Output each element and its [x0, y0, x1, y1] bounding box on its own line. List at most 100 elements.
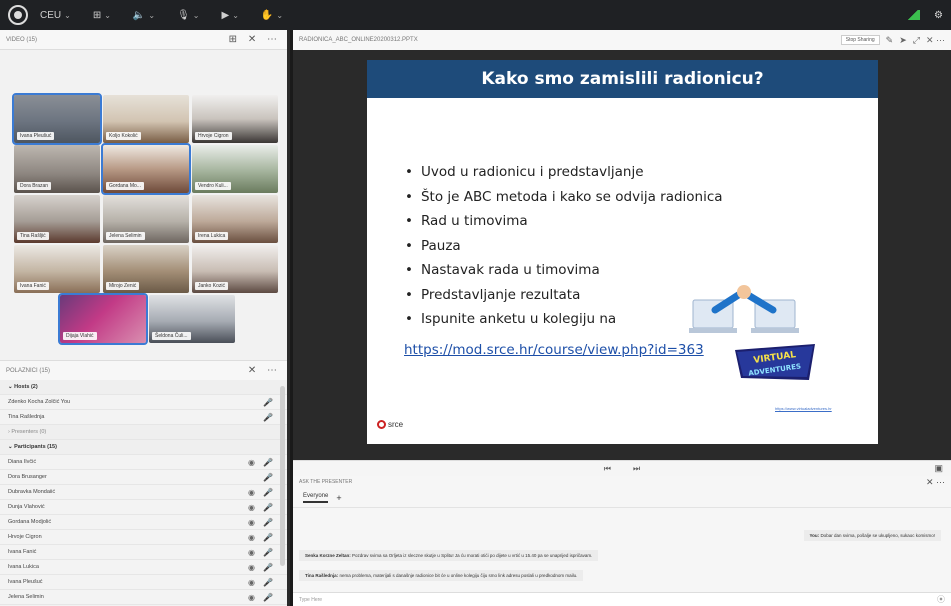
video-tile[interactable]: Hrvoje Cigron — [192, 95, 278, 143]
participant-row[interactable]: Diana Ilvčić ◉ 🎤 — [0, 455, 287, 470]
video-tile[interactable]: Ivana Pleušuć — [12, 93, 102, 145]
group-label: Presenters (0) — [11, 429, 47, 435]
chat-message: Tina Rašlednja: nema problema, materijal… — [299, 570, 584, 581]
status-icon: ◉ — [248, 592, 256, 602]
slide-bullet: Rad u timovima — [405, 209, 723, 234]
status-icon: ◉ — [248, 532, 256, 542]
participant-name: Zdenko Kocha Zolčić You — [8, 399, 71, 405]
pointer-icon[interactable]: ➤ — [899, 35, 907, 46]
chat-input[interactable]: Type Here ⦿ — [293, 592, 951, 606]
microphone-menu[interactable]: 🎙 ⌄ — [177, 10, 199, 21]
small-url-text[interactable]: https://www.virtualadventures.hr — [775, 406, 832, 411]
status-icon: ◉ — [248, 577, 256, 587]
microphone-icon: 🎙 — [177, 9, 190, 21]
chevron-down-icon: ⌄ — [192, 10, 200, 20]
course-link[interactable]: https://mod.srce.hr/course/view.php?id=3… — [404, 342, 704, 358]
group-header-presenters[interactable]: › Presenters (0) — [0, 425, 287, 440]
status-icon: ◉ — [248, 517, 256, 527]
srce-logo: srce — [377, 420, 403, 429]
grid-icon: ⊞ — [92, 9, 102, 21]
pod-options-icon[interactable]: ✕ ⋯ — [926, 477, 945, 488]
participant-row[interactable]: Dubravka Mondaiić ◉ 🎤 — [0, 485, 287, 500]
video-tile-name: Irena Lukica — [195, 232, 229, 240]
video-tile[interactable]: Mirojo Zenić — [103, 245, 189, 293]
pod-options-icon[interactable]: ⊞ ✕ ⋯ — [229, 34, 281, 45]
participant-row[interactable]: Ivana Pleušuć ◉ 🎤 — [0, 575, 287, 590]
send-icon[interactable]: ⦿ — [937, 594, 945, 605]
video-tile[interactable]: Dora Brazan — [14, 145, 100, 193]
settings-gear-icon[interactable]: ⚙ — [934, 10, 943, 21]
chat-author: Senka Korzne Zeltan: — [305, 553, 351, 558]
chat-text: Dobar dan svima, pošalje se ukupljeno, s… — [820, 533, 935, 538]
mic-icon: 🎤 — [263, 472, 273, 482]
participant-row[interactable]: Tina Rašlednja 🎤 — [0, 410, 287, 425]
participant-row[interactable]: Hrvoje Cigron ◉ 🎤 — [0, 530, 287, 545]
video-tile[interactable]: Šeldona Čuli... — [149, 295, 235, 343]
participant-row[interactable]: Dunja Vlahović ◉ 🎤 — [0, 500, 287, 515]
pod-options-icon[interactable]: ✕ ⋯ — [926, 35, 945, 46]
group-header-participants[interactable]: ⌄ Participants (15) — [0, 440, 287, 455]
srce-logo-text: srce — [388, 420, 404, 429]
slide-bullet: Ispunite anketu u kolegiju na — [405, 307, 723, 332]
slide-bullet-list: Uvod u radionicu i predstavljanje Što je… — [405, 160, 723, 332]
group-header-hosts[interactable]: ⌄ Hosts (2) — [0, 380, 287, 395]
participants-scrollbar[interactable] — [280, 386, 285, 566]
hand-icon: ✋ — [260, 9, 274, 21]
video-tile[interactable]: Gordana Mo... — [101, 143, 191, 195]
pod-options-icon[interactable]: ✕ ⋯ — [248, 365, 281, 376]
fullscreen-icon[interactable]: ⤢ — [913, 35, 920, 46]
layout-menu[interactable]: ⊞ ⌄ — [93, 10, 111, 21]
participant-name: Gordana Modjolić — [8, 519, 52, 525]
chevron-down-icon: ⌄ — [276, 10, 284, 20]
previous-slide-icon[interactable]: ⏮ — [604, 464, 611, 474]
participant-name: Hrvoje Cigron — [8, 534, 42, 540]
speaker-menu[interactable]: 🔈 ⌄ — [133, 10, 155, 21]
video-tile-name: Tina Rašljić — [17, 232, 49, 240]
next-slide-icon[interactable]: ⏭ — [633, 464, 640, 474]
stop-sharing-button[interactable]: Stop Sharing — [840, 35, 880, 45]
participant-name: Dunja Vlahović — [8, 504, 45, 510]
video-tile-name: Gordana Mo... — [106, 182, 144, 190]
chevron-down-icon: ⌄ — [148, 10, 156, 20]
status-icon: ◉ — [248, 457, 256, 467]
chat-pod: ASK THE PRESENTER ✕ ⋯ Everyone + You: Do… — [293, 476, 951, 606]
video-tile[interactable]: Irena Lukica — [192, 195, 278, 243]
pencil-icon[interactable]: ✎ — [886, 35, 894, 46]
video-tile[interactable]: Koljo Kokolić — [103, 95, 189, 143]
slide-bullet: Nastavak rada u timovima — [405, 258, 723, 283]
participant-row[interactable]: Gordana Modjolić ◉ 🎤 — [0, 515, 287, 530]
mic-icon: 🎤 — [263, 532, 273, 542]
handshake-laptops-icon — [689, 285, 799, 333]
participant-row[interactable]: Zdenko Kocha Zolčić You 🎤 — [0, 395, 287, 410]
add-tab-icon[interactable]: + — [336, 493, 341, 503]
video-tile[interactable]: Tina Rašljić — [14, 195, 100, 243]
participant-name: Ivana Fanić — [8, 549, 37, 555]
sync-icon[interactable]: ▣ — [934, 463, 943, 474]
participant-row[interactable]: Ivana Lukica ◉ 🎤 — [0, 560, 287, 575]
tab-everyone[interactable]: Everyone — [303, 493, 329, 503]
slide-bullet: Uvod u radionicu i predstavljanje — [405, 160, 723, 185]
video-tile[interactable]: Dijaja Vlahić — [58, 293, 148, 345]
video-tile[interactable]: Ivana Fanić — [14, 245, 100, 293]
participant-name: Dubravka Mondaiić — [8, 489, 56, 495]
participant-row[interactable]: Dora Brusanger 🎤 — [0, 470, 287, 485]
participant-name: Ivana Lukica — [8, 564, 39, 570]
meeting-menu[interactable]: CEU ⌄ — [40, 10, 71, 21]
share-pod-header: RADIONICA_ABC_ONLINE20200312.PPTX Stop S… — [293, 30, 951, 50]
video-tile[interactable]: Vendro Kuli... — [192, 145, 278, 193]
video-tile[interactable]: Jelena Selimin — [103, 195, 189, 243]
participant-name: Tina Rašlednja — [8, 414, 45, 420]
video-tile[interactable]: Janko Kozić — [192, 245, 278, 293]
video-tile-name: Hrvoje Cigron — [195, 132, 232, 140]
presentation-slide: Kako smo zamislili radionicu? Uvod u rad… — [367, 60, 878, 444]
participant-row[interactable]: Jelena Selimin ◉ 🎤 — [0, 590, 287, 605]
chat-message: Senka Korzne Zeltan: Pozdrav svima sa Or… — [299, 550, 599, 561]
mic-icon: 🎤 — [263, 517, 273, 527]
participant-row[interactable]: Ivana Fanić ◉ 🎤 — [0, 545, 287, 560]
video-grid: Ivana Pleušuć Koljo Kokolić Hrvoje Cigro… — [0, 50, 287, 360]
chat-author: You: — [809, 533, 820, 538]
raise-hand-menu[interactable]: ✋ ⌄ — [261, 10, 283, 21]
connection-signal-icon — [906, 10, 921, 20]
mic-icon: 🎤 — [263, 457, 273, 467]
camera-menu[interactable]: ▶ ⌄ — [221, 10, 238, 21]
